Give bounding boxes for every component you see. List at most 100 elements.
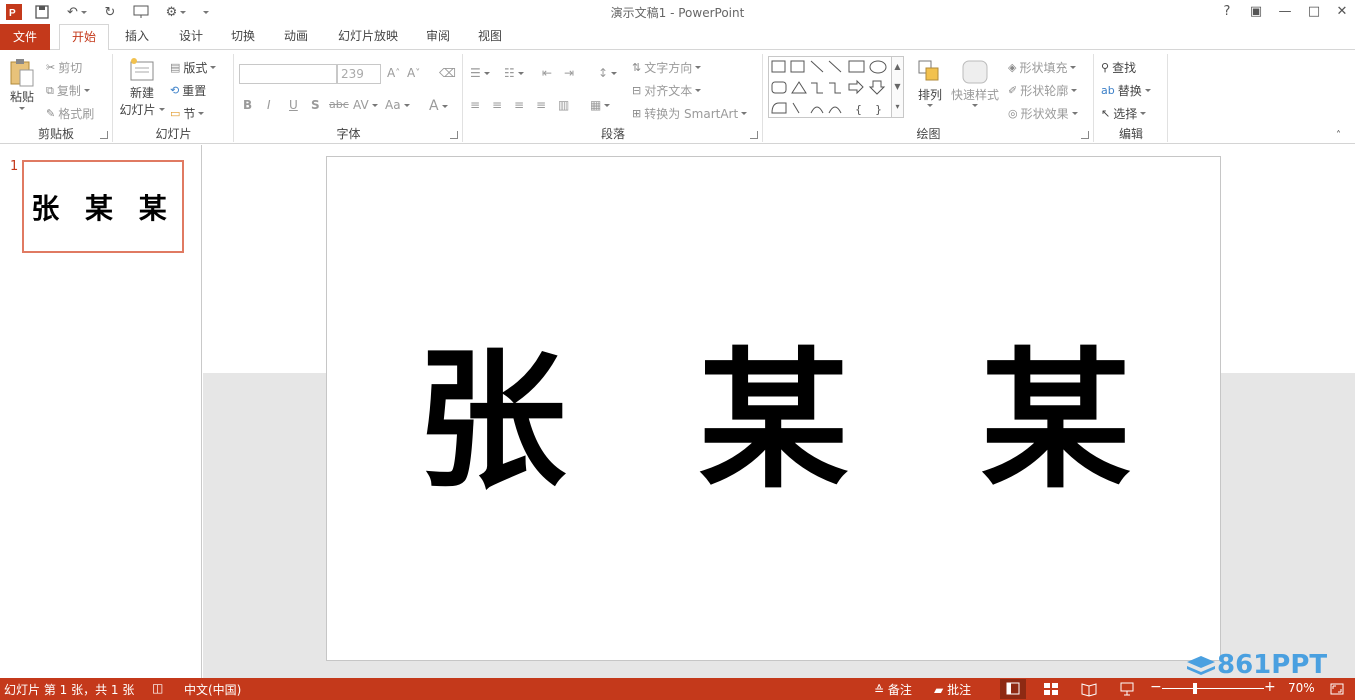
align-text-button[interactable]: ⊟ 对齐文本 bbox=[632, 82, 702, 99]
copy-icon: ⧉ bbox=[46, 83, 54, 97]
slideshow-view-icon bbox=[1120, 682, 1134, 696]
select-button[interactable]: ↖ 选择 bbox=[1101, 105, 1147, 122]
slide-canvas[interactable]: 张 某 某 bbox=[326, 156, 1221, 661]
drawing-launcher-icon[interactable] bbox=[1081, 131, 1089, 139]
zoom-level[interactable]: 70% bbox=[1288, 681, 1315, 695]
scroll-down-icon[interactable]: ▼ bbox=[892, 77, 903, 97]
font-launcher-icon[interactable] bbox=[450, 131, 458, 139]
format-painter-button[interactable]: ✎ 格式刷 bbox=[46, 105, 94, 122]
text-direction-button[interactable]: ⇅ 文字方向 bbox=[632, 59, 702, 76]
new-slide-button[interactable]: 新建 幻灯片 bbox=[118, 56, 166, 118]
font-name-field[interactable] bbox=[239, 64, 337, 84]
align-right-icon[interactable]: ≡ bbox=[514, 98, 524, 112]
reset-button[interactable]: ⟲ 重置 bbox=[170, 82, 206, 99]
slideshow-view-button[interactable] bbox=[1114, 679, 1140, 699]
close-button[interactable]: ✕ bbox=[1329, 2, 1355, 22]
tab-design[interactable]: 设计 bbox=[170, 24, 212, 50]
paintbrush-icon: ✎ bbox=[46, 107, 56, 120]
shape-effects-button[interactable]: ◎ 形状效果 bbox=[1008, 105, 1078, 122]
format-painter-label: 格式刷 bbox=[58, 107, 95, 121]
replace-button[interactable]: ab 替换 bbox=[1101, 82, 1151, 99]
effects-icon: ◎ bbox=[1008, 107, 1018, 120]
font-size-field[interactable]: 239 bbox=[337, 64, 381, 84]
tab-animations[interactable]: 动画 bbox=[275, 24, 317, 50]
align-center-icon[interactable]: ≡ bbox=[492, 98, 502, 112]
find-button[interactable]: ⚲ 查找 bbox=[1101, 59, 1136, 76]
more-shapes-icon[interactable]: ▾ bbox=[892, 97, 903, 117]
font-group: 239 A ˄ A ˅ ⌫ B I U S abc AV Aa A 字体 bbox=[235, 54, 463, 142]
arrange-button[interactable]: 排列 bbox=[912, 58, 948, 107]
bullets-icon[interactable]: ☰ bbox=[470, 66, 490, 80]
help-button[interactable]: ? bbox=[1214, 2, 1240, 22]
slide-sorter-button[interactable] bbox=[1038, 679, 1064, 699]
font-color-label: A bbox=[429, 98, 439, 114]
convert-smartart-button[interactable]: ⊞ 转换为 SmartArt bbox=[632, 105, 748, 122]
normal-view-button[interactable] bbox=[1000, 679, 1026, 699]
shapes-gallery[interactable]: { } bbox=[768, 56, 892, 118]
underline-button[interactable]: U bbox=[289, 98, 298, 112]
slide-title-text[interactable]: 张 某 某 bbox=[327, 157, 1220, 660]
font-color-button[interactable]: A bbox=[429, 98, 448, 114]
paste-button[interactable]: 粘贴 bbox=[6, 58, 38, 110]
decrease-indent-icon[interactable]: ⇤ bbox=[542, 66, 552, 80]
shape-fill-button[interactable]: ◈ 形状填充 bbox=[1008, 59, 1077, 76]
zoom-slider-track[interactable] bbox=[1162, 688, 1264, 689]
zoom-out-icon[interactable]: − bbox=[1150, 679, 1162, 695]
cursor-icon: ↖ bbox=[1101, 107, 1111, 120]
increase-font-icon[interactable]: A ˄ bbox=[387, 66, 400, 80]
justify-icon[interactable]: ≡ bbox=[536, 98, 546, 112]
reading-view-button[interactable] bbox=[1076, 679, 1102, 699]
minimize-button[interactable]: — bbox=[1272, 2, 1298, 22]
clipboard-launcher-icon[interactable] bbox=[100, 131, 108, 139]
tab-home[interactable]: 开始 bbox=[59, 24, 109, 51]
italic-button[interactable]: I bbox=[267, 98, 271, 112]
notes-button[interactable]: ≙ 备注 bbox=[874, 681, 912, 698]
decrease-font-icon[interactable]: A ˅ bbox=[407, 66, 420, 80]
character-spacing-button[interactable]: AV bbox=[353, 98, 378, 112]
cut-button[interactable]: ✂ 剪切 bbox=[46, 59, 82, 76]
slide-thumbnail-pane: 1 张 某 某 bbox=[0, 145, 202, 678]
layout-button[interactable]: ▤ 版式 bbox=[170, 59, 217, 76]
replace-label: 替换 bbox=[1117, 84, 1142, 98]
paragraph-launcher-icon[interactable] bbox=[750, 131, 758, 139]
distributed-icon[interactable]: ▥ bbox=[558, 98, 569, 112]
tab-transitions[interactable]: 切换 bbox=[222, 24, 264, 50]
quick-styles-button[interactable]: 快速样式 bbox=[950, 58, 1000, 107]
bold-button[interactable]: B bbox=[243, 98, 252, 112]
shapes-gallery-scroll[interactable]: ▲ ▼ ▾ bbox=[892, 56, 904, 118]
align-left-icon[interactable]: ≡ bbox=[470, 98, 480, 112]
slide-thumbnail[interactable]: 张 某 某 bbox=[22, 160, 184, 253]
binoculars-icon: ⚲ bbox=[1101, 61, 1110, 74]
shape-outline-label: 形状轮廓 bbox=[1020, 84, 1069, 98]
strikethrough-button[interactable]: abc bbox=[329, 98, 349, 111]
section-button[interactable]: ▭ 节 bbox=[170, 105, 205, 122]
copy-label: 复制 bbox=[56, 84, 81, 98]
shape-outline-button[interactable]: ✐ 形状轮廓 bbox=[1008, 82, 1078, 99]
ribbon-display-options-icon[interactable]: ▣ bbox=[1243, 2, 1269, 22]
tab-insert[interactable]: 插入 bbox=[116, 24, 158, 50]
clear-formatting-icon[interactable]: ⌫ bbox=[439, 66, 456, 80]
language-status[interactable]: 中文(中国) bbox=[184, 681, 241, 698]
change-case-button[interactable]: Aa bbox=[385, 98, 410, 112]
fit-to-window-button[interactable] bbox=[1324, 679, 1350, 699]
cut-label: 剪切 bbox=[58, 61, 83, 75]
tab-review[interactable]: 审阅 bbox=[418, 24, 458, 50]
arrange-icon bbox=[918, 60, 939, 81]
collapse-ribbon-icon[interactable]: ˄ bbox=[1336, 130, 1341, 141]
tab-file[interactable]: 文件 bbox=[0, 24, 50, 50]
tab-slideshow[interactable]: 幻灯片放映 bbox=[330, 24, 406, 50]
copy-button[interactable]: ⧉ 复制 bbox=[46, 82, 90, 99]
numbering-icon[interactable]: ☷ bbox=[504, 66, 524, 80]
line-spacing-icon[interactable]: ↕ bbox=[598, 66, 618, 80]
tab-view[interactable]: 视图 bbox=[470, 24, 510, 50]
quick-styles-label: 快速样式 bbox=[950, 88, 999, 102]
maximize-button[interactable]: □ bbox=[1301, 2, 1327, 22]
text-shadow-button[interactable]: S bbox=[311, 98, 320, 112]
zoom-in-icon[interactable]: + bbox=[1264, 679, 1276, 695]
zoom-slider-thumb[interactable] bbox=[1193, 683, 1197, 694]
scroll-up-icon[interactable]: ▲ bbox=[892, 57, 903, 77]
increase-indent-icon[interactable]: ⇥ bbox=[564, 66, 574, 80]
comments-button[interactable]: ▰ 批注 bbox=[934, 681, 971, 698]
spell-check-icon[interactable]: ◫ bbox=[152, 681, 163, 695]
columns-icon[interactable]: ▦ bbox=[590, 98, 611, 112]
